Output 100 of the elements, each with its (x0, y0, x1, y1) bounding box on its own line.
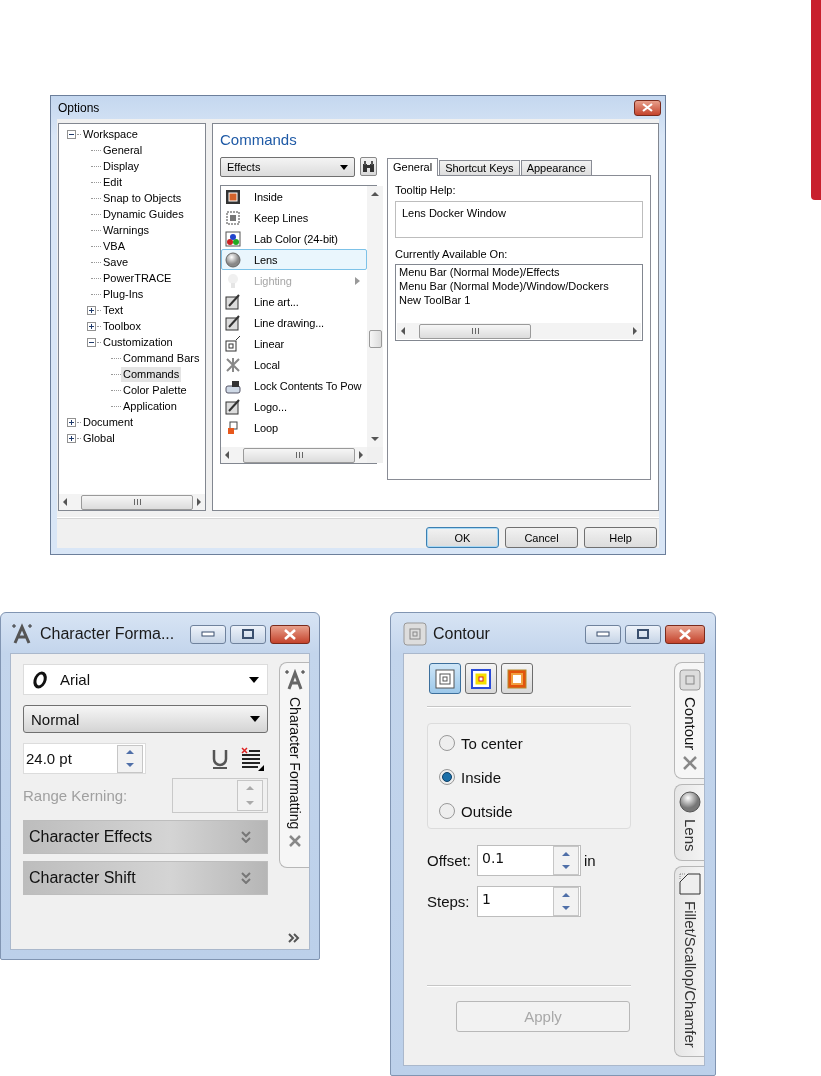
tree-item[interactable]: Command Bars (121, 350, 202, 366)
vertical-scrollbar[interactable] (367, 186, 383, 447)
command-item[interactable]: Inside (221, 186, 367, 207)
command-item[interactable]: Keep Lines (221, 207, 367, 228)
command-item[interactable]: Lens (221, 249, 367, 270)
star-icon (225, 356, 241, 373)
spinner-arrows[interactable] (553, 846, 579, 875)
command-item[interactable]: Logo... (221, 396, 367, 417)
section-header[interactable]: Character Shift (23, 861, 268, 895)
tree-item[interactable]: Commands (121, 366, 182, 382)
minimize-button[interactable] (190, 624, 226, 644)
font-dropdown[interactable]: Arial (23, 664, 268, 695)
maximize-button[interactable] (230, 624, 266, 644)
docker-tab[interactable]: Character Formatting (279, 662, 309, 868)
collapse-icon[interactable] (87, 337, 96, 347)
docker-tab[interactable]: Lens (674, 784, 704, 861)
tree-item[interactable]: PowerTRACE (101, 270, 174, 286)
close-button[interactable] (270, 624, 310, 644)
tree-item[interactable]: Color Palette (121, 382, 189, 398)
close-icon[interactable] (682, 756, 697, 771)
number-field[interactable]: 1 (477, 886, 581, 917)
radio-option[interactable]: Outside (438, 800, 620, 822)
sphere-icon (678, 791, 701, 814)
find-button[interactable] (360, 157, 377, 176)
tree-item[interactable]: Save (101, 254, 131, 270)
pattern-icon (225, 209, 241, 226)
expand-icon[interactable] (87, 321, 96, 331)
maximize-button[interactable] (625, 624, 661, 644)
font-type-icon (32, 670, 48, 689)
spinner-arrows[interactable] (553, 887, 579, 916)
tab[interactable]: Appearance (520, 160, 592, 175)
radio-button-icon[interactable] (438, 768, 456, 786)
command-item[interactable]: Local (221, 354, 367, 375)
pen-frame-icon (225, 314, 241, 331)
contour-mode-button[interactable] (429, 663, 461, 694)
tree-item[interactable]: Workspace (81, 126, 140, 142)
command-item[interactable]: Lab Color (24-bit) (221, 228, 367, 249)
panel-heading: Commands (220, 130, 298, 150)
close-icon[interactable] (288, 835, 301, 848)
list-item[interactable]: New ToolBar 1 (396, 293, 642, 307)
dialog-button[interactable]: Help (584, 527, 657, 548)
list-item[interactable]: Menu Bar (Normal Mode)/Window/Dockers (396, 279, 642, 293)
category-dropdown[interactable]: Effects (220, 157, 355, 177)
command-item[interactable]: Line art... (221, 291, 367, 312)
command-item[interactable]: Line drawing... (221, 312, 367, 333)
horizontal-scrollbar[interactable] (397, 323, 641, 339)
tree-item[interactable]: Application (121, 398, 179, 414)
contour-mode-button[interactable] (465, 663, 497, 694)
section-header[interactable]: Character Effects (23, 820, 268, 854)
radio-button-icon[interactable] (438, 734, 456, 752)
style-dropdown[interactable]: Normal (23, 705, 268, 733)
tree-item[interactable]: Snap to Objects (101, 190, 184, 206)
tree-item[interactable]: Customization (101, 334, 175, 350)
expand-icon[interactable] (67, 433, 76, 443)
color-dots-icon (225, 230, 241, 247)
tree-item[interactable]: Document (81, 414, 136, 430)
tree-item[interactable]: Display (101, 158, 142, 174)
unit-label: in (584, 852, 596, 869)
tree-item[interactable]: General (101, 142, 145, 158)
tree-item[interactable]: Global (81, 430, 117, 446)
close-button[interactable] (634, 99, 661, 116)
tree-item[interactable]: Warnings (101, 222, 152, 238)
tree-item[interactable]: Edit (101, 174, 124, 190)
strikethrough-lines-icon[interactable] (240, 746, 264, 771)
underline-icon[interactable] (210, 747, 230, 770)
minimize-button[interactable] (585, 624, 621, 644)
collapse-icon[interactable] (67, 129, 76, 139)
contour-icon (403, 622, 427, 646)
tooltip-help-field[interactable]: Lens Docker Window (395, 201, 643, 238)
window-title: Character Forma... (40, 625, 175, 643)
contour-mode-button[interactable] (501, 663, 533, 694)
size-field[interactable]: 24.0 pt (23, 743, 146, 774)
tree-item[interactable]: Plug-Ins (101, 286, 146, 302)
number-field[interactable]: 0.1 (477, 845, 581, 876)
command-item[interactable]: Lock Contents To Pow (221, 375, 367, 396)
expand-icon[interactable] (87, 305, 96, 315)
tree-item[interactable]: VBA (101, 238, 127, 254)
command-item[interactable]: Linear (221, 333, 367, 354)
tree-item[interactable]: Dynamic Guides (101, 206, 186, 222)
spinner-arrows[interactable] (117, 744, 143, 773)
horizontal-scrollbar[interactable] (221, 447, 367, 463)
radio-option[interactable]: To center (438, 732, 620, 754)
close-button[interactable] (665, 624, 705, 644)
dialog-button[interactable]: Cancel (505, 527, 578, 548)
command-item[interactable]: Loop (221, 417, 367, 438)
double-chevron-icon[interactable] (288, 933, 300, 943)
field-label: Offset: (427, 852, 472, 869)
tab[interactable]: General (387, 158, 439, 176)
docker-tab[interactable]: Fillet/Scallop/Chamfer (674, 865, 704, 1057)
list-item[interactable]: Menu Bar (Normal Mode)/Effects (396, 265, 642, 279)
tree-item[interactable]: Toolbox (101, 318, 143, 334)
docker-tab[interactable]: Contour (674, 662, 704, 780)
radio-button-icon[interactable] (438, 802, 456, 820)
maximize-icon (241, 629, 255, 639)
tree-item[interactable]: Text (101, 302, 126, 318)
horizontal-scrollbar[interactable] (59, 494, 205, 510)
dialog-button[interactable]: OK (426, 527, 499, 548)
tab[interactable]: Shortcut Keys (439, 160, 520, 175)
radio-option[interactable]: Inside (438, 766, 620, 788)
expand-icon[interactable] (67, 417, 76, 427)
